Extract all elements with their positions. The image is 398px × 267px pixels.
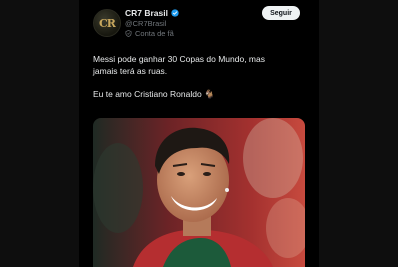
- avatar[interactable]: CR: [93, 9, 121, 37]
- left-margin: [0, 0, 79, 267]
- author-name-row: CR7 Brasil: [125, 8, 179, 18]
- post-card: CR CR7 Brasil @CR7Brasil Conta de fã Seg…: [79, 0, 319, 267]
- right-margin: [319, 0, 398, 267]
- tweet-line: Messi pode ganhar 30 Copas do Mundo, mas: [93, 54, 265, 64]
- tweet-image[interactable]: [93, 118, 305, 267]
- fan-account-text: Conta de fã: [135, 29, 174, 38]
- verified-badge-icon: [171, 9, 179, 17]
- follow-button[interactable]: Seguir: [262, 6, 300, 20]
- tweet-line: jamais terá as ruas.: [93, 65, 168, 76]
- player-photo: [93, 118, 305, 267]
- author-name[interactable]: CR7 Brasil: [125, 8, 168, 18]
- author-handle[interactable]: @CR7Brasil: [125, 19, 166, 28]
- avatar-monogram: CR: [99, 16, 116, 30]
- fan-account-label: Conta de fã: [125, 29, 174, 38]
- tweet-line: Eu te amo Cristiano Ronaldo 🐐: [93, 88, 215, 99]
- fan-account-icon: [125, 30, 132, 37]
- tweet-text: Messi pode ganhar 30 Copas do Mundo, mas…: [93, 54, 308, 100]
